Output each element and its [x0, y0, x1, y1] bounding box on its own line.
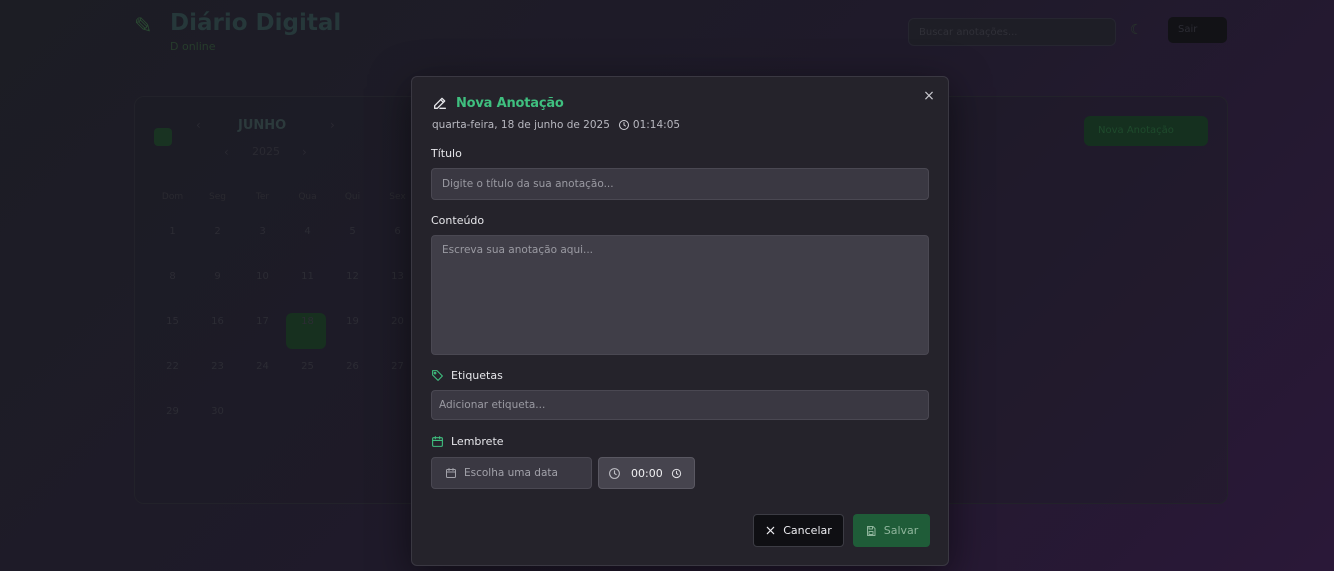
calendar-year: 2025 — [252, 145, 280, 158]
calendar-day: 9 — [214, 271, 221, 282]
calendar-day: 24 — [256, 361, 269, 372]
theme-toggle-icon: ☾ — [1130, 22, 1143, 38]
calendar-day: 25 — [301, 361, 314, 372]
app-subtitle: D online — [170, 40, 216, 53]
calendar-day: 19 — [346, 316, 359, 327]
calendar-day: 4 — [304, 226, 311, 237]
reminder-label: Lembrete — [451, 435, 504, 448]
calendar-day: 11 — [301, 271, 314, 282]
weekday-label: Qui — [344, 192, 361, 202]
calendar-day: 1 — [169, 226, 176, 237]
calendar-day: 26 — [346, 361, 359, 372]
calendar-day: 2 — [214, 226, 221, 237]
modal-header: Nova Anotação — [432, 95, 564, 111]
calendar-month: JUNHO — [238, 118, 287, 133]
reminder-time-input[interactable]: 00:00 — [598, 457, 695, 489]
x-icon — [765, 525, 776, 536]
modal-meta: quarta-feira, 18 de junho de 2025 01:14:… — [432, 119, 680, 131]
current-date: quarta-feira, 18 de junho de 2025 — [432, 119, 610, 131]
tags-input[interactable] — [431, 390, 929, 420]
calendar-day: 15 — [166, 316, 179, 327]
weekday-label: Ter — [255, 192, 270, 202]
save-icon — [865, 525, 877, 537]
content-label: Conteúdo — [431, 214, 485, 227]
calendar-day: 23 — [211, 361, 224, 372]
next-month-icon: › — [330, 118, 335, 132]
calendar-day: 29 — [166, 406, 179, 417]
weekday-label: Dom — [161, 192, 184, 202]
search-input: Buscar anotações... — [908, 18, 1116, 46]
calendar-day: 8 — [169, 271, 176, 282]
calendar-day: 3 — [259, 226, 266, 237]
save-button[interactable]: Salvar — [853, 514, 930, 547]
calendar-day: 16 — [211, 316, 224, 327]
calendar-weekdays: Dom Seg Ter Qua Qui Sex — [150, 192, 420, 202]
diary-logo-icon: ✎ — [134, 14, 153, 39]
tag-icon — [431, 369, 444, 382]
prev-month-icon: ‹ — [196, 118, 201, 132]
clock-icon — [618, 119, 630, 131]
weekday-label: Qua — [298, 192, 317, 202]
reminder-date-picker[interactable]: Escolha uma data — [431, 457, 592, 489]
calendar-day: 5 — [349, 226, 356, 237]
current-time: 01:14:05 — [632, 119, 681, 131]
modal-title: Nova Anotação — [456, 95, 564, 111]
calendar-icon-bg — [154, 128, 172, 146]
new-note-modal: × Nova Anotação quarta-feira, 18 de junh… — [411, 76, 949, 566]
calendar-day: 30 — [211, 406, 224, 417]
prev-year-icon: ‹ — [224, 145, 229, 159]
calendar-day: 12 — [346, 271, 359, 282]
new-note-button: Nova Anotação — [1084, 116, 1208, 146]
calendar-day: 22 — [166, 361, 179, 372]
content-textarea[interactable] — [431, 235, 929, 355]
title-input[interactable] — [431, 168, 929, 200]
calendar-day: 17 — [256, 316, 269, 327]
weekday-label: Seg — [209, 192, 226, 202]
time-picker-clock-icon[interactable] — [671, 468, 682, 479]
clock-icon — [608, 467, 621, 480]
save-label: Salvar — [883, 524, 919, 537]
logout-button: Sair — [1168, 17, 1227, 43]
current-time-wrap: 01:14:05 — [618, 119, 680, 131]
next-year-icon: › — [302, 145, 307, 159]
reminder-label-row: Lembrete — [431, 435, 504, 448]
app-header: ✎ Diário Digital D online Buscar anotaçõ… — [0, 0, 1334, 70]
calendar-icon — [445, 467, 457, 479]
calendar-grid: 1 2 3 4 5 6 8 9 10 11 12 13 15 16 17 18 … — [150, 222, 420, 422]
tags-label-row: Etiquetas — [431, 369, 503, 382]
app-title: Diário Digital — [170, 10, 342, 36]
cancel-button[interactable]: Cancelar — [753, 514, 844, 547]
calendar-day: 18 — [301, 316, 314, 327]
tags-label: Etiquetas — [451, 369, 503, 382]
calendar-day: 10 — [256, 271, 269, 282]
title-label: Título — [431, 147, 462, 160]
close-icon[interactable]: × — [922, 89, 936, 103]
reminder-time-value: 00:00 — [631, 466, 663, 480]
cancel-label: Cancelar — [783, 524, 832, 537]
date-picker-placeholder: Escolha uma data — [464, 467, 558, 479]
pencil-icon — [432, 95, 448, 111]
calendar-icon — [431, 435, 444, 448]
